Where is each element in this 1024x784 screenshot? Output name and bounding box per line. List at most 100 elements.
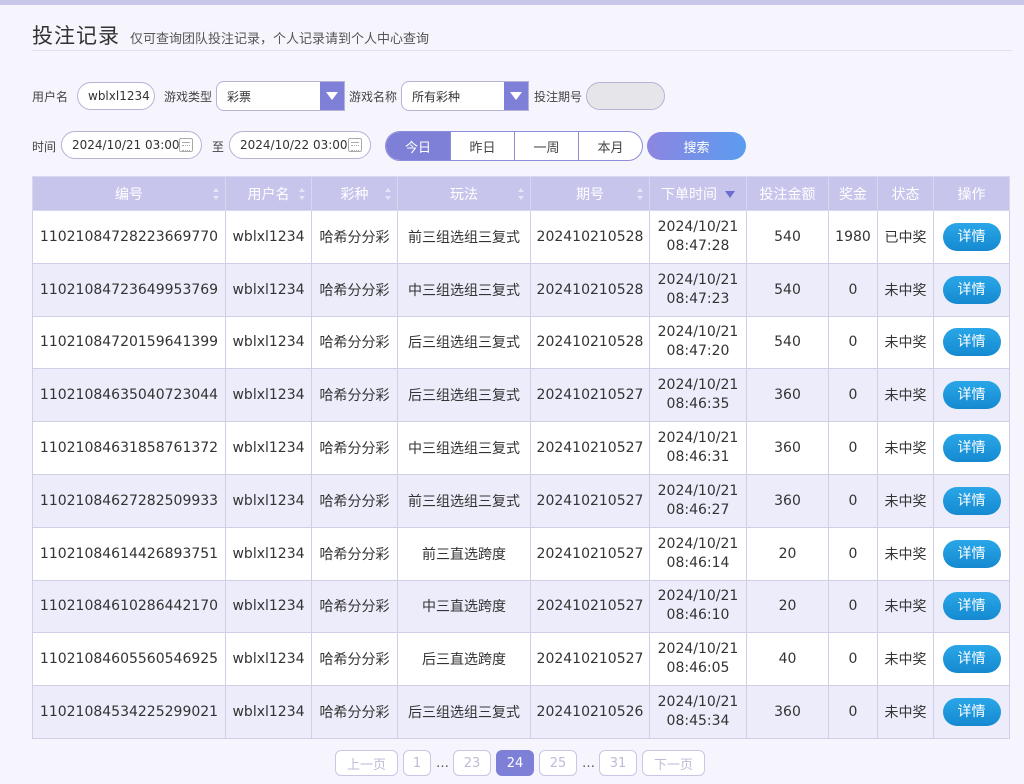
order-time: 08:46:10 bbox=[666, 607, 730, 624]
search-button[interactable]: 搜索 bbox=[647, 132, 746, 160]
page-button[interactable]: 31 bbox=[599, 750, 637, 776]
detail-button[interactable]: 详情 bbox=[942, 381, 1001, 410]
cell-status: 未中奖 bbox=[877, 421, 934, 475]
order-time: 08:47:20 bbox=[666, 343, 730, 360]
cell-action: 详情 bbox=[933, 579, 1010, 634]
cell-action: 详情 bbox=[933, 526, 1010, 581]
cell-lottery: 哈希分分彩 bbox=[311, 210, 398, 264]
detail-button[interactable]: 详情 bbox=[942, 698, 1001, 727]
start-time-value: 2024/10/21 03:00 bbox=[72, 138, 180, 152]
cell-prize: 0 bbox=[828, 473, 878, 528]
cell-user: wblxl1234 bbox=[225, 262, 312, 317]
detail-button[interactable]: 详情 bbox=[942, 645, 1001, 674]
cell-id: 11021084605560546925 bbox=[32, 632, 226, 687]
cell-id: 11021084720159641399 bbox=[32, 315, 226, 370]
cell-play: 中三直选跨度 bbox=[397, 579, 531, 634]
cell-id: 11021084614426893751 bbox=[32, 526, 226, 581]
detail-button[interactable]: 详情 bbox=[942, 434, 1001, 463]
cell-action: 详情 bbox=[933, 632, 1010, 687]
cell-status: 未中奖 bbox=[877, 262, 934, 317]
sort-icon[interactable] bbox=[213, 188, 219, 200]
sort-desc-icon[interactable] bbox=[725, 191, 735, 198]
detail-button[interactable]: 详情 bbox=[942, 275, 1001, 304]
next-page-button[interactable]: 下一页 bbox=[642, 750, 705, 776]
cell-amount: 540 bbox=[746, 210, 829, 264]
game-type-label: 游戏类型 bbox=[164, 90, 213, 104]
page-button[interactable]: 24 bbox=[496, 750, 534, 776]
range-tab[interactable]: 昨日 bbox=[450, 132, 514, 160]
detail-button[interactable]: 详情 bbox=[942, 592, 1001, 621]
game-name-label: 游戏名称 bbox=[349, 90, 398, 104]
col-header-id[interactable]: 编号 bbox=[32, 176, 226, 211]
username-input[interactable]: wblxl1234 bbox=[77, 82, 155, 110]
cell-period: 202410210527 bbox=[530, 473, 650, 528]
range-tab[interactable]: 本月 bbox=[578, 132, 642, 160]
cell-user: wblxl1234 bbox=[225, 632, 312, 687]
cell-order-time: 2024/10/21 08:46:14 bbox=[649, 526, 747, 581]
col-header-period[interactable]: 期号 bbox=[530, 176, 650, 211]
detail-button[interactable]: 详情 bbox=[942, 222, 1001, 251]
cell-prize: 0 bbox=[828, 368, 878, 423]
order-date: 2024/10/21 bbox=[657, 482, 739, 499]
cell-order-time: 2024/10/21 08:45:34 bbox=[649, 685, 747, 739]
cell-period: 202410210527 bbox=[530, 421, 650, 475]
cell-status: 未中奖 bbox=[877, 685, 934, 739]
range-tab[interactable]: 一周 bbox=[514, 132, 578, 160]
cell-lottery: 哈希分分彩 bbox=[311, 315, 398, 370]
username-label: 用户名 bbox=[32, 90, 69, 104]
cell-prize: 0 bbox=[828, 262, 878, 317]
page-button[interactable]: 1 bbox=[403, 750, 431, 776]
cell-lottery: 哈希分分彩 bbox=[311, 579, 398, 634]
sort-icon[interactable] bbox=[385, 188, 391, 200]
sort-icon[interactable] bbox=[518, 188, 524, 200]
cell-play: 后三组选组三复式 bbox=[397, 685, 531, 739]
col-header-play[interactable]: 玩法 bbox=[397, 176, 531, 211]
cell-action: 详情 bbox=[933, 262, 1010, 317]
cell-play: 前三直选跨度 bbox=[397, 526, 531, 581]
page-header: 投注记录 仅可查询团队投注记录，个人记录请到个人中心查询 bbox=[32, 20, 429, 50]
order-time: 08:46:27 bbox=[666, 501, 730, 518]
order-time: 08:46:31 bbox=[666, 449, 730, 466]
sort-icon[interactable] bbox=[299, 188, 305, 200]
order-date: 2024/10/21 bbox=[657, 377, 739, 394]
cell-prize: 0 bbox=[828, 526, 878, 581]
username-value: wblxl1234 bbox=[88, 89, 150, 103]
cell-status: 未中奖 bbox=[877, 526, 934, 581]
col-header-order-time[interactable]: 下单时间 bbox=[649, 176, 747, 211]
col-header-action: 操作 bbox=[933, 176, 1010, 211]
chevron-down-icon[interactable] bbox=[320, 82, 344, 110]
col-header-lottery[interactable]: 彩种 bbox=[311, 176, 398, 211]
cell-id: 11021084728223669770 bbox=[32, 210, 226, 264]
period-input[interactable] bbox=[586, 82, 665, 110]
cell-id: 11021084627282509933 bbox=[32, 473, 226, 528]
game-type-select[interactable]: 彩票 bbox=[216, 81, 345, 111]
page-button[interactable]: 23 bbox=[453, 750, 491, 776]
cell-amount: 360 bbox=[746, 685, 829, 739]
detail-button[interactable]: 详情 bbox=[942, 539, 1001, 568]
page-button[interactable]: 25 bbox=[539, 750, 577, 776]
table-row: 11021084610286442170 wblxl1234 哈希分分彩 中三直选跨度… bbox=[32, 579, 1010, 634]
cell-order-time: 2024/10/21 08:47:20 bbox=[649, 315, 747, 370]
detail-button[interactable]: 详情 bbox=[942, 328, 1001, 357]
calendar-icon[interactable] bbox=[348, 138, 362, 152]
cell-order-time: 2024/10/21 08:46:35 bbox=[649, 368, 747, 423]
game-name-select[interactable]: 所有彩种 bbox=[401, 81, 529, 111]
range-tab[interactable]: 今日 bbox=[386, 132, 450, 160]
col-header-status: 状态 bbox=[877, 176, 934, 211]
cell-action: 详情 bbox=[933, 685, 1010, 739]
end-time-input[interactable]: 2024/10/22 03:00 bbox=[229, 131, 371, 159]
table-row: 11021084614426893751 wblxl1234 哈希分分彩 前三直选跨度… bbox=[32, 526, 1010, 581]
table-row: 11021084720159641399 wblxl1234 哈希分分彩 后三组选组三… bbox=[32, 315, 1010, 370]
cell-action: 详情 bbox=[933, 210, 1010, 264]
prev-page-button[interactable]: 上一页 bbox=[335, 750, 398, 776]
detail-button[interactable]: 详情 bbox=[942, 486, 1001, 515]
cell-status: 未中奖 bbox=[877, 315, 934, 370]
start-time-input[interactable]: 2024/10/21 03:00 bbox=[61, 131, 202, 159]
sort-icon[interactable] bbox=[637, 188, 643, 200]
cell-play: 前三组选组三复式 bbox=[397, 210, 531, 264]
order-date: 2024/10/21 bbox=[657, 271, 739, 288]
chevron-down-icon[interactable] bbox=[504, 82, 528, 110]
cell-order-time: 2024/10/21 08:46:10 bbox=[649, 579, 747, 634]
col-header-user[interactable]: 用户名 bbox=[225, 176, 312, 211]
calendar-icon[interactable] bbox=[179, 138, 193, 152]
